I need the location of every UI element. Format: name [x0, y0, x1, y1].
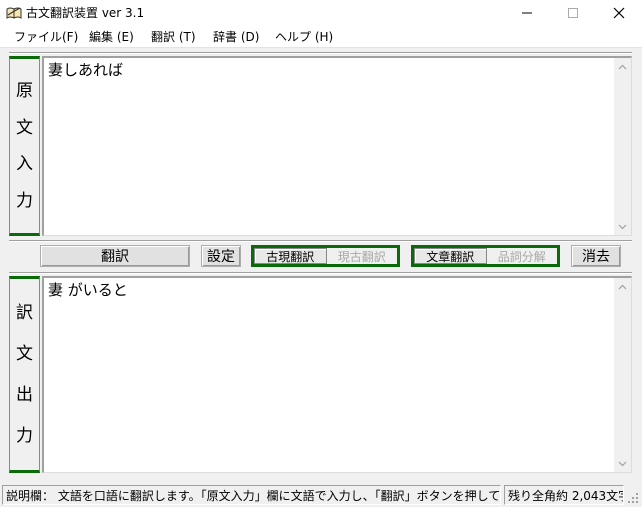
output-scrollbar[interactable]: [614, 278, 631, 472]
source-scrollbar[interactable]: [614, 58, 631, 235]
close-button[interactable]: [596, 0, 642, 26]
classical-to-modern-toggle[interactable]: 古現翻訳: [254, 248, 327, 264]
source-text: 妻しあれば: [48, 61, 124, 79]
chevron-down-icon: [618, 224, 627, 229]
translated-text: 妻 がいると: [48, 281, 128, 299]
menu-help[interactable]: ヘルプ (H): [275, 29, 333, 45]
part-of-speech-toggle[interactable]: 品詞分解: [487, 248, 558, 264]
input-section-label: 原 文 入 力: [9, 56, 40, 236]
translation-output[interactable]: 妻 がいると: [42, 276, 632, 473]
label-char: 文: [16, 117, 33, 138]
maximize-icon: [568, 8, 578, 18]
status-help-text: 説明欄： 文語を口語に翻訳します。「原文入力」欄に文語で入力し、「翻訳」ボタンを…: [2, 485, 501, 505]
minimize-button[interactable]: [504, 0, 550, 26]
resize-grip-icon[interactable]: [626, 491, 640, 505]
window-title: 古文翻訳装置 ver 3.1: [26, 6, 145, 20]
scroll-up-button[interactable]: [614, 58, 631, 75]
open-book-icon: [6, 7, 22, 19]
chevron-up-icon: [618, 284, 627, 289]
maximize-button[interactable]: [550, 0, 596, 26]
scroll-up-button[interactable]: [614, 278, 631, 295]
sentence-translation-toggle[interactable]: 文章翻訳: [414, 248, 487, 264]
label-char: 訳: [16, 303, 33, 324]
menu-edit[interactable]: 編集 (E): [89, 29, 134, 45]
title-bar: 古文翻訳装置 ver 3.1: [0, 0, 642, 26]
separator: [9, 272, 632, 274]
scroll-down-button[interactable]: [614, 218, 631, 235]
settings-button[interactable]: 設定: [201, 245, 241, 267]
menu-dictionary[interactable]: 辞書 (D): [213, 29, 259, 45]
minimize-icon: [522, 12, 532, 14]
scroll-down-button[interactable]: [614, 455, 631, 472]
chevron-down-icon: [618, 461, 627, 466]
menu-translate[interactable]: 翻訳 (T): [151, 29, 196, 45]
label-char: 文: [16, 344, 33, 365]
source-text-input[interactable]: 妻しあれば: [42, 56, 632, 236]
output-section-label: 訳 文 出 力: [9, 276, 40, 473]
label-char: 出: [16, 384, 33, 405]
separator: [9, 52, 632, 54]
close-icon: [613, 7, 625, 19]
direction-toggle-group: 古現翻訳 現古翻訳: [251, 245, 400, 267]
clear-button[interactable]: 消去: [571, 245, 621, 267]
modern-to-classical-toggle[interactable]: 現古翻訳: [327, 248, 398, 264]
label-char: 力: [16, 425, 33, 446]
label-char: 入: [16, 154, 33, 175]
status-remaining-chars: 残り全角約 2,043文字: [504, 485, 624, 505]
translate-button[interactable]: 翻訳: [40, 245, 190, 267]
chevron-up-icon: [618, 64, 627, 69]
menu-bar: ファイル(F) 編集 (E) 翻訳 (T) 辞書 (D) ヘルプ (H): [0, 26, 642, 48]
label-char: 原: [16, 81, 33, 102]
mode-toggle-group: 文章翻訳 品詞分解: [411, 245, 560, 267]
label-char: 力: [16, 190, 33, 211]
separator: [9, 240, 632, 242]
menu-file[interactable]: ファイル(F): [14, 29, 78, 45]
